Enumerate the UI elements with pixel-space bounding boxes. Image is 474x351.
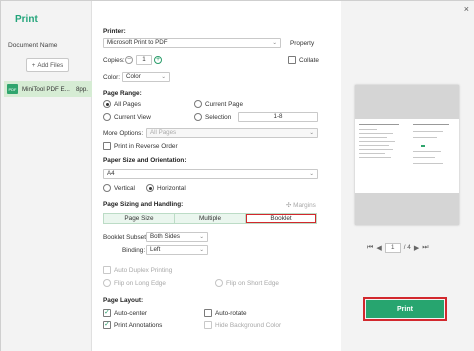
- tab-page-size[interactable]: Page Size: [104, 214, 175, 223]
- booklet-subset-select[interactable]: Both Sides ⌄: [146, 232, 208, 242]
- auto-rotate-label: Auto-rotate: [215, 310, 247, 317]
- add-files-button[interactable]: + Add Files: [26, 58, 69, 72]
- more-options-select[interactable]: All Pages ⌄: [146, 128, 318, 138]
- page-range-label: Page Range:: [103, 90, 142, 97]
- chevron-down-icon: ⌄: [309, 171, 314, 177]
- print-button[interactable]: Print: [363, 297, 447, 321]
- auto-center-checkbox[interactable]: ✓: [103, 309, 111, 317]
- chevron-down-icon: ⌄: [309, 130, 314, 136]
- horizontal-label: Horizontal: [157, 185, 186, 192]
- paper-size-value: A4: [107, 170, 115, 177]
- selection-label: Selection: [205, 114, 232, 121]
- current-page-label: Current Page: [205, 101, 244, 108]
- current-page-input[interactable]: 1: [384, 242, 401, 253]
- page-navigator: ⏮ ◀ 1 / 4 ▶ ⏭: [367, 242, 451, 253]
- print-dialog: Print Document Name + Add Files PDF Mini…: [0, 0, 474, 351]
- copies-decrement-button[interactable]: −: [125, 56, 133, 64]
- page-sizing-tabs: Page Size Multiple Booklet: [103, 213, 317, 224]
- booklet-subset-value: Both Sides: [150, 233, 180, 240]
- preview-bottom-margin: [355, 193, 459, 225]
- printer-label: Printer:: [103, 28, 126, 35]
- previous-page-icon[interactable]: ◀: [376, 244, 381, 252]
- tab-multiple[interactable]: Multiple: [175, 214, 246, 223]
- preview-top-margin: [355, 85, 459, 119]
- chevron-down-icon: ⌄: [199, 247, 204, 253]
- chevron-down-icon: ⌄: [161, 74, 166, 80]
- document-name: MiniTool PDF E...: [22, 85, 70, 93]
- binding-select[interactable]: Left ⌄: [146, 245, 208, 255]
- binding-label: Binding:: [122, 247, 146, 254]
- last-page-icon[interactable]: ⏭: [422, 244, 428, 252]
- flip-long-edge-radio[interactable]: [103, 279, 111, 287]
- total-pages: / 4: [403, 244, 411, 251]
- collate-checkbox[interactable]: [288, 56, 296, 64]
- all-pages-radio[interactable]: [103, 100, 111, 108]
- close-icon[interactable]: ×: [464, 4, 469, 14]
- printer-value: Microsoft Print to PDF: [107, 39, 168, 46]
- dialog-title: Print: [15, 14, 38, 25]
- flip-long-edge-label: Flip on Long Edge: [114, 280, 166, 287]
- auto-duplex-checkbox[interactable]: [103, 266, 111, 274]
- auto-rotate-checkbox[interactable]: [204, 309, 212, 317]
- margins-label: Margins: [293, 202, 316, 209]
- next-page-icon[interactable]: ▶: [414, 244, 419, 252]
- paper-size-select[interactable]: A4 ⌄: [103, 169, 318, 179]
- color-select[interactable]: Color ⌄: [122, 72, 170, 82]
- tab-booklet[interactable]: Booklet: [246, 214, 316, 223]
- print-annotations-label: Print Annotations: [114, 322, 163, 329]
- current-view-label: Current View: [114, 114, 151, 121]
- printer-select[interactable]: Microsoft Print to PDF ⌄: [103, 38, 281, 48]
- document-list-item[interactable]: PDF MiniTool PDF E... 8pp.: [4, 81, 92, 97]
- document-name-header: Document Name: [8, 42, 58, 49]
- more-options-value: All Pages: [150, 129, 177, 136]
- chevron-down-icon: ⌄: [199, 234, 204, 240]
- hide-background-label: Hide Background Color: [215, 322, 282, 329]
- add-files-label: Add Files: [37, 61, 64, 69]
- vertical-radio[interactable]: [103, 184, 111, 192]
- print-annotations-checkbox[interactable]: ✓: [103, 321, 111, 329]
- copies-input[interactable]: 1: [136, 55, 152, 65]
- current-page-radio[interactable]: [194, 100, 202, 108]
- page-preview: [355, 85, 459, 225]
- preview-pane: × ⏮ ◀ 1 / 4 ▶ ⏭ Print: [341, 1, 474, 351]
- vertical-label: Vertical: [114, 185, 135, 192]
- document-page-count: 8pp.: [75, 85, 88, 93]
- paper-size-label: Paper Size and Orientation:: [103, 157, 187, 164]
- reverse-order-checkbox[interactable]: [103, 142, 111, 150]
- selection-range-value: 1-8: [273, 113, 283, 120]
- copies-value: 1: [142, 56, 146, 63]
- plus-icon: +: [31, 61, 36, 69]
- copies-increment-button[interactable]: +: [154, 56, 162, 64]
- current-view-radio[interactable]: [103, 113, 111, 121]
- selection-range-input[interactable]: 1-8: [238, 112, 318, 122]
- binding-value: Left: [150, 246, 161, 253]
- color-value: Color: [126, 73, 141, 80]
- hide-background-checkbox[interactable]: [204, 321, 212, 329]
- auto-center-label: Auto-center: [114, 310, 148, 317]
- selection-radio[interactable]: [194, 113, 202, 121]
- preview-content: [355, 119, 459, 193]
- reverse-order-label: Print in Reverse Order: [114, 143, 178, 150]
- document-list-pane: Print Document Name + Add Files PDF Mini…: [1, 1, 92, 351]
- copies-label: Copies:: [103, 57, 125, 64]
- property-button[interactable]: Property: [290, 40, 314, 47]
- pdf-file-icon: PDF: [7, 84, 18, 94]
- horizontal-radio[interactable]: [146, 184, 154, 192]
- auto-duplex-label: Auto Duplex Printing: [114, 267, 173, 274]
- more-options-label: More Options:: [103, 130, 144, 137]
- page-sizing-label: Page Sizing and Handling:: [103, 201, 184, 208]
- chevron-down-icon: ⌄: [272, 40, 277, 46]
- page-layout-label: Page Layout:: [103, 297, 144, 304]
- collate-label: Collate: [299, 57, 319, 64]
- first-page-icon[interactable]: ⏮: [367, 244, 373, 252]
- flip-short-edge-radio[interactable]: [215, 279, 223, 287]
- all-pages-label: All Pages: [114, 101, 141, 108]
- flip-short-edge-label: Flip on Short Edge: [226, 280, 279, 287]
- color-label: Color:: [103, 74, 121, 81]
- booklet-subset-label: Booklet Subset:: [103, 234, 148, 241]
- margins-button[interactable]: ✣ Margins: [286, 201, 316, 209]
